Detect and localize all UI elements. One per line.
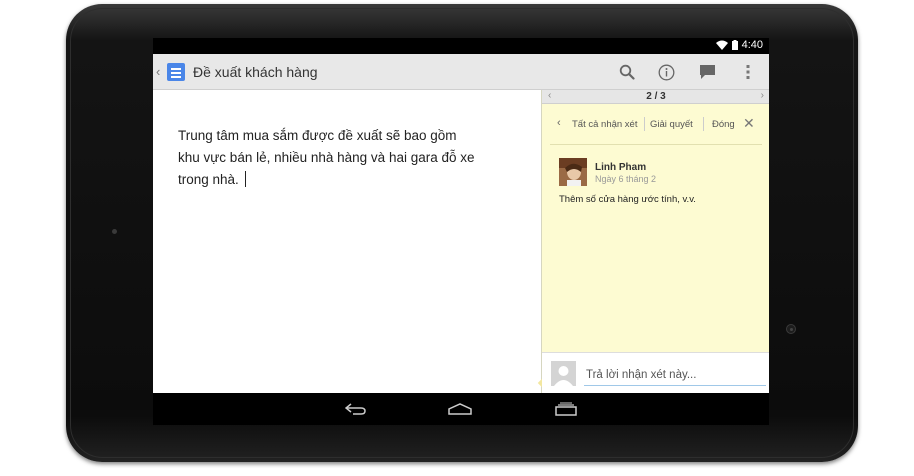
resolve-button[interactable]: Giải quyết: [650, 119, 693, 130]
wifi-icon: [715, 40, 728, 50]
chevron-right-icon[interactable]: ›: [761, 90, 764, 101]
comment-icon[interactable]: [697, 62, 717, 82]
document-body[interactable]: Trung tâm mua sắm được đề xuất sẽ bao gồ…: [178, 125, 478, 191]
tablet-screen: 4:40 ‹ Đề xuất khách hàng Trung tâm mua …: [153, 38, 769, 425]
chevron-left-icon[interactable]: ‹: [156, 64, 160, 79]
comment-pager: ‹ 2 / 3 ›: [542, 90, 769, 104]
reply-input[interactable]: [584, 365, 766, 386]
docs-icon[interactable]: [167, 63, 185, 81]
search-icon[interactable]: [617, 62, 637, 82]
close-icon[interactable]: ✕: [743, 115, 755, 132]
navigation-bar: [153, 393, 769, 425]
divider: [550, 144, 762, 145]
info-icon[interactable]: [656, 62, 676, 82]
text-cursor: [244, 171, 246, 187]
comment-body: Thêm số cửa hàng ước tính, v.v.: [559, 194, 696, 205]
back-icon[interactable]: [343, 401, 369, 417]
overflow-menu-icon[interactable]: [738, 62, 758, 82]
battery-icon: [731, 40, 738, 50]
document-title: Đề xuất khách hàng: [193, 64, 318, 80]
recent-apps-icon[interactable]: [553, 401, 579, 417]
avatar: [559, 158, 587, 186]
comment-author: Linh Pham: [595, 162, 647, 173]
chevron-left-icon[interactable]: ‹: [557, 117, 561, 129]
status-time: 4:40: [741, 39, 763, 51]
home-icon[interactable]: [447, 401, 473, 417]
divider: [703, 117, 704, 131]
comment-actions: ‹ Tất cả nhận xét Giải quyết Đóng ✕: [542, 104, 769, 144]
all-comments-button[interactable]: Tất cả nhận xét: [572, 119, 637, 130]
app-bar: ‹ Đề xuất khách hàng: [153, 54, 769, 90]
tablet-sensor: [112, 229, 117, 234]
status-bar: 4:40: [153, 38, 769, 54]
document-editor[interactable]: Trung tâm mua sắm được đề xuất sẽ bao gồ…: [153, 90, 541, 393]
document-text: Trung tâm mua sắm được đề xuất sẽ bao gồ…: [178, 128, 475, 187]
avatar: [551, 361, 576, 386]
reply-area: [542, 352, 769, 393]
divider: [644, 117, 645, 131]
comment-page-count: 2 / 3: [646, 91, 666, 102]
tablet-camera: [786, 324, 796, 334]
close-button[interactable]: Đóng: [712, 119, 735, 130]
comment-panel: ‹ 2 / 3 › ‹ Tất cả nhận xét Giải quyết Đ…: [537, 90, 769, 393]
comment-date: Ngày 6 tháng 2: [595, 174, 657, 184]
